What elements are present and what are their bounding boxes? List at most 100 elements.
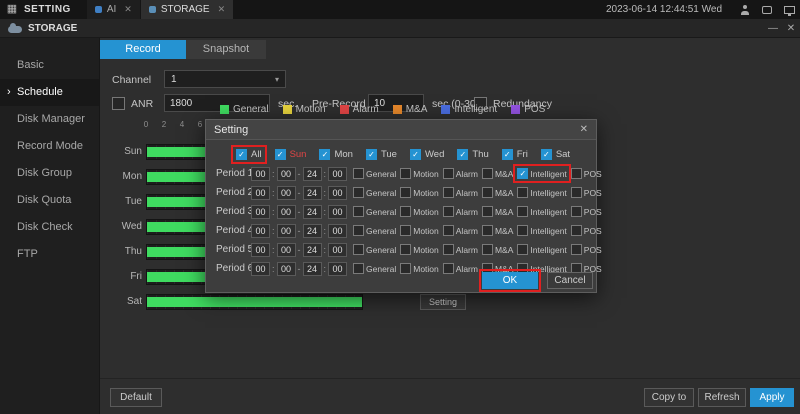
check-icon[interactable] bbox=[443, 187, 454, 198]
type-checkbox-general[interactable]: General bbox=[352, 224, 397, 237]
tab-snapshot[interactable]: Snapshot bbox=[186, 40, 266, 59]
type-checkbox-intelligent[interactable]: Intelligent bbox=[516, 205, 567, 218]
check-icon[interactable] bbox=[400, 263, 411, 274]
start-minute-input[interactable] bbox=[277, 186, 296, 200]
apps-grid-icon[interactable]: ▦ bbox=[0, 0, 24, 19]
anr-checkbox[interactable] bbox=[112, 97, 125, 110]
sidebar-item-schedule[interactable]: Schedule bbox=[0, 79, 99, 106]
end-minute-input[interactable] bbox=[328, 243, 347, 257]
start-hour-input[interactable] bbox=[251, 167, 270, 181]
day-checkbox-wed[interactable]: Wed bbox=[408, 148, 446, 161]
start-minute-input[interactable] bbox=[277, 205, 296, 219]
close-button[interactable]: ✕ bbox=[782, 23, 800, 34]
channel-select[interactable]: 1 ▾ bbox=[164, 70, 286, 88]
start-hour-input[interactable] bbox=[251, 243, 270, 257]
check-icon[interactable] bbox=[571, 225, 582, 236]
check-icon[interactable] bbox=[482, 225, 493, 236]
check-icon[interactable] bbox=[443, 168, 454, 179]
start-minute-input[interactable] bbox=[277, 262, 296, 276]
minimize-button[interactable]: — bbox=[764, 23, 782, 34]
check-icon[interactable] bbox=[443, 263, 454, 274]
type-checkbox-general[interactable]: General bbox=[352, 167, 397, 180]
type-checkbox-motion[interactable]: Motion bbox=[399, 186, 440, 199]
type-checkbox-motion[interactable]: Motion bbox=[399, 205, 440, 218]
tab-close-icon[interactable]: ✕ bbox=[218, 4, 226, 15]
check-icon[interactable] bbox=[366, 149, 377, 160]
check-icon[interactable] bbox=[400, 244, 411, 255]
message-icon[interactable] bbox=[756, 0, 778, 19]
tab-close-icon[interactable]: ✕ bbox=[124, 4, 132, 15]
check-icon[interactable] bbox=[353, 168, 364, 179]
day-checkbox-sun[interactable]: Sun bbox=[273, 148, 309, 161]
check-icon[interactable] bbox=[443, 244, 454, 255]
type-checkbox-alarm[interactable]: Alarm bbox=[442, 224, 479, 237]
sidebar-item-record-mode[interactable]: Record Mode bbox=[0, 133, 99, 160]
start-hour-input[interactable] bbox=[251, 224, 270, 238]
tab-record[interactable]: Record bbox=[100, 40, 186, 59]
check-icon[interactable] bbox=[319, 149, 330, 160]
type-checkbox-m-a[interactable]: M&A bbox=[481, 186, 514, 199]
top-tab-storage[interactable]: STORAGE✕ bbox=[141, 0, 233, 19]
type-checkbox-m-a[interactable]: M&A bbox=[481, 243, 514, 256]
check-icon[interactable] bbox=[443, 206, 454, 217]
check-icon[interactable] bbox=[353, 187, 364, 198]
check-icon[interactable] bbox=[541, 149, 552, 160]
check-icon[interactable] bbox=[571, 244, 582, 255]
end-hour-input[interactable] bbox=[303, 186, 322, 200]
type-checkbox-motion[interactable]: Motion bbox=[399, 224, 440, 237]
row-setting-button[interactable]: Setting bbox=[420, 294, 466, 310]
check-icon[interactable] bbox=[482, 168, 493, 179]
check-icon[interactable] bbox=[400, 225, 411, 236]
type-checkbox-intelligent[interactable]: Intelligent bbox=[516, 186, 567, 199]
start-hour-input[interactable] bbox=[251, 262, 270, 276]
end-minute-input[interactable] bbox=[328, 262, 347, 276]
default-button[interactable]: Default bbox=[110, 388, 162, 407]
check-icon[interactable] bbox=[400, 168, 411, 179]
sidebar-item-disk-manager[interactable]: Disk Manager bbox=[0, 106, 99, 133]
check-icon[interactable] bbox=[275, 149, 286, 160]
refresh-button[interactable]: Refresh bbox=[698, 388, 746, 407]
sidebar-item-disk-quota[interactable]: Disk Quota bbox=[0, 187, 99, 214]
schedule-bar[interactable] bbox=[146, 294, 363, 310]
type-checkbox-intelligent[interactable]: Intelligent bbox=[516, 243, 567, 256]
start-minute-input[interactable] bbox=[277, 167, 296, 181]
type-checkbox-alarm[interactable]: Alarm bbox=[442, 167, 479, 180]
end-hour-input[interactable] bbox=[303, 205, 322, 219]
check-icon[interactable] bbox=[482, 187, 493, 198]
check-icon[interactable] bbox=[353, 244, 364, 255]
dialog-close-icon[interactable]: ✕ bbox=[580, 124, 588, 135]
type-checkbox-general[interactable]: General bbox=[352, 262, 397, 275]
check-icon[interactable] bbox=[400, 187, 411, 198]
check-icon[interactable] bbox=[353, 206, 364, 217]
check-icon[interactable] bbox=[517, 244, 528, 255]
type-checkbox-m-a[interactable]: M&A bbox=[481, 205, 514, 218]
type-checkbox-general[interactable]: General bbox=[352, 243, 397, 256]
sidebar-item-basic[interactable]: Basic bbox=[0, 52, 99, 79]
day-checkbox-all[interactable]: All bbox=[234, 148, 264, 161]
start-hour-input[interactable] bbox=[251, 186, 270, 200]
end-hour-input[interactable] bbox=[303, 243, 322, 257]
type-checkbox-intelligent[interactable]: Intelligent bbox=[516, 167, 567, 180]
type-checkbox-general[interactable]: General bbox=[352, 186, 397, 199]
sidebar-item-disk-group[interactable]: Disk Group bbox=[0, 160, 99, 187]
type-checkbox-alarm[interactable]: Alarm bbox=[442, 186, 479, 199]
check-icon[interactable] bbox=[517, 225, 528, 236]
type-checkbox-motion[interactable]: Motion bbox=[399, 167, 440, 180]
check-icon[interactable] bbox=[571, 187, 582, 198]
type-checkbox-pos[interactable]: POS bbox=[570, 243, 603, 256]
check-icon[interactable] bbox=[482, 206, 493, 217]
end-hour-input[interactable] bbox=[303, 262, 322, 276]
ok-button[interactable]: OK bbox=[482, 272, 538, 289]
end-hour-input[interactable] bbox=[303, 167, 322, 181]
type-checkbox-pos[interactable]: POS bbox=[570, 224, 603, 237]
monitor-icon[interactable] bbox=[778, 0, 800, 19]
check-icon[interactable] bbox=[517, 187, 528, 198]
end-minute-input[interactable] bbox=[328, 224, 347, 238]
type-checkbox-m-a[interactable]: M&A bbox=[481, 167, 514, 180]
start-hour-input[interactable] bbox=[251, 205, 270, 219]
check-icon[interactable] bbox=[353, 225, 364, 236]
type-checkbox-alarm[interactable]: Alarm bbox=[442, 262, 479, 275]
end-minute-input[interactable] bbox=[328, 205, 347, 219]
check-icon[interactable] bbox=[457, 149, 468, 160]
type-checkbox-pos[interactable]: POS bbox=[570, 205, 603, 218]
